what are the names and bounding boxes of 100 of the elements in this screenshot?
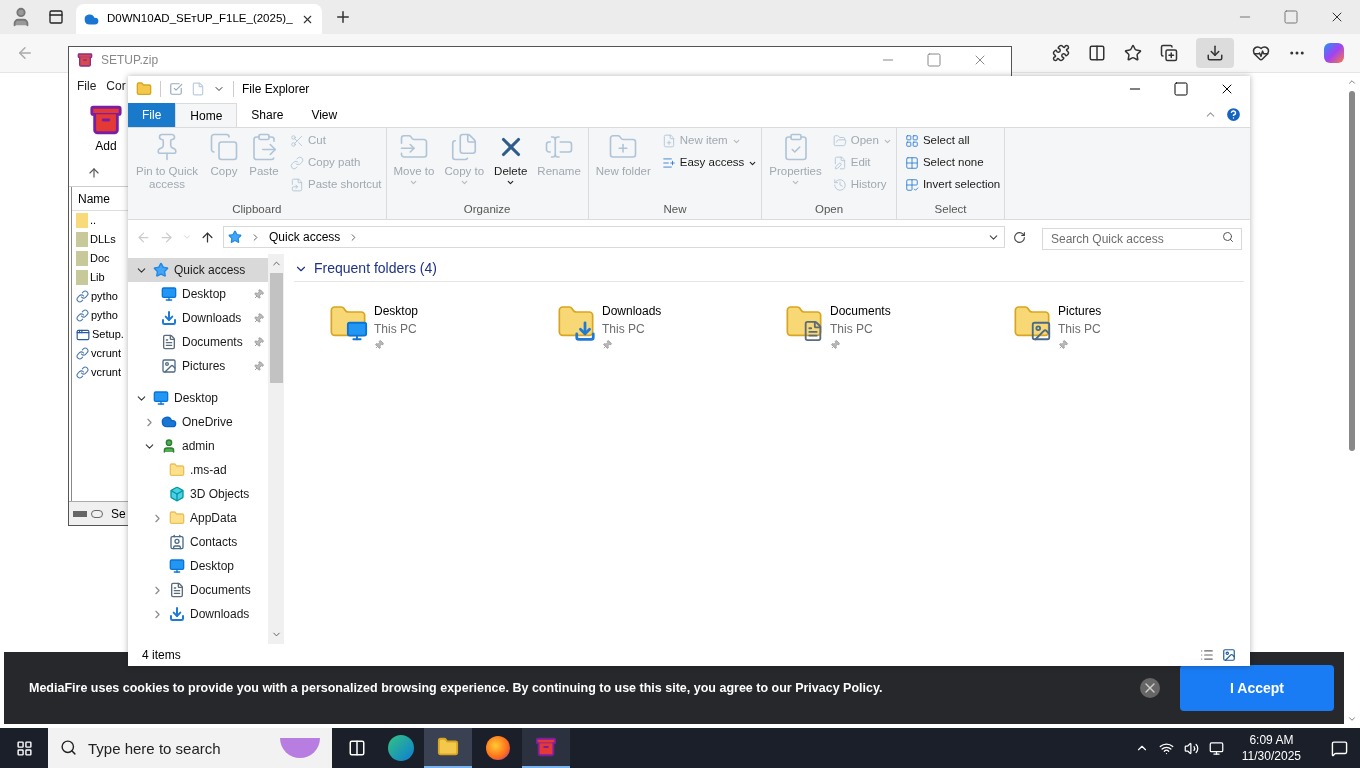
scrollbar-thumb[interactable] [269, 273, 283, 383]
user-icon [161, 438, 177, 454]
tree-item[interactable]: Desktop [128, 554, 268, 578]
favorites-icon[interactable] [1124, 44, 1142, 62]
browser-tab[interactable]: D0WN10AD_SEтUP_F1LE_(2025)_ [76, 4, 322, 34]
tree-item[interactable]: .ms-ad [128, 458, 268, 482]
scroll-up-icon[interactable] [1347, 77, 1357, 87]
file-row[interactable]: vcrunt [72, 344, 128, 363]
folder-tile[interactable]: Desktop This PC [328, 302, 556, 350]
network-icon[interactable] [1158, 740, 1174, 756]
file-name: vcrunt [91, 365, 121, 381]
scissors-icon [290, 134, 304, 148]
up-icon[interactable] [87, 165, 101, 180]
tree-item[interactable]: OneDrive [128, 410, 268, 434]
tree-label: admin [182, 438, 216, 455]
ribbon-button[interactable]: Select none [904, 154, 1001, 172]
tiles-view-icon[interactable] [1222, 648, 1236, 662]
grid-check-icon [904, 178, 919, 192]
checkbox-icon[interactable] [169, 82, 183, 96]
scrollbar-thumb[interactable] [1349, 91, 1355, 451]
tab-title: D0WN10AD_SEтUP_F1LE_(2025)_ [107, 11, 293, 27]
ribbon-tab[interactable]: Home [175, 103, 238, 127]
ribbon-button[interactable]: Delete [491, 132, 531, 201]
refresh-icon[interactable] [1013, 230, 1026, 244]
tree-item[interactable]: admin [128, 434, 268, 458]
folder-tile[interactable]: Downloads This PC [556, 302, 784, 350]
folder-location: This PC [374, 321, 418, 338]
ribbon-button[interactable]: Select all [904, 132, 1001, 150]
volume-icon[interactable] [1183, 740, 1199, 756]
tree-label: 3D Objects [190, 486, 251, 503]
clock-time[interactable]: 6:09 AM [1249, 732, 1294, 748]
extensions-icon[interactable] [1052, 44, 1070, 62]
tab-actions-icon[interactable] [48, 9, 64, 25]
new-file-icon [661, 134, 676, 148]
accept-button[interactable]: I Accept [1180, 665, 1334, 711]
file-row[interactable]: Doc [72, 249, 128, 268]
windows-logo-icon [15, 739, 33, 757]
toolbar-button[interactable]: Add [89, 103, 123, 159]
search-field[interactable]: Search Quick access [1042, 228, 1242, 250]
file-row[interactable]: pytho [72, 287, 128, 306]
file-row[interactable]: .. [72, 211, 128, 230]
folder-tile[interactable]: Pictures This PC [1012, 302, 1240, 350]
file-row[interactable]: DLLs [72, 230, 128, 249]
tree-item[interactable]: 3D Objects [128, 482, 268, 506]
folder-name: Pictures [1058, 303, 1102, 320]
file-explorer-taskbar-icon[interactable] [424, 728, 472, 768]
site-icon [84, 11, 99, 27]
collections-icon[interactable] [1160, 44, 1178, 62]
folder-tile[interactable]: Documents This PC [784, 302, 1012, 350]
file-name: DLLs [90, 232, 116, 248]
file-name: Doc [90, 251, 110, 267]
ribbon-tab[interactable]: Share [237, 103, 298, 127]
details-view-icon[interactable] [1200, 648, 1214, 662]
file-row[interactable]: Lib [72, 268, 128, 287]
scroll-down-icon[interactable] [1347, 714, 1357, 724]
ribbon-tab[interactable]: View [297, 103, 352, 127]
taskbar-search-field[interactable]: Type here to search [48, 728, 332, 768]
ribbon-button[interactable]: Invert selection [904, 176, 1001, 194]
close-icon[interactable] [1140, 678, 1160, 698]
menu-item[interactable]: File [77, 77, 97, 95]
tree-label: .ms-ad [190, 462, 228, 479]
notifications-icon[interactable] [1331, 739, 1348, 757]
file-row[interactable]: Setup. [72, 325, 128, 344]
cloud-icon [161, 414, 177, 430]
tree-item[interactable]: Documents [128, 578, 268, 602]
tree-item[interactable]: Documents [128, 330, 268, 354]
tree-item[interactable]: Quick access [128, 258, 268, 282]
folder-name: Desktop [374, 303, 419, 320]
breadcrumb[interactable]: Quick access [269, 228, 341, 246]
scrollbar[interactable] [268, 254, 284, 644]
split-screen-icon[interactable] [1088, 44, 1106, 62]
up-icon[interactable] [200, 229, 215, 245]
file-row[interactable]: pytho [72, 306, 128, 325]
menu-item[interactable]: Cor [106, 77, 126, 95]
address-bar[interactable]: Quick access [223, 226, 1005, 248]
download-icon [169, 606, 185, 622]
window-icon [76, 327, 90, 342]
display-icon[interactable] [1208, 740, 1224, 756]
downloads-button[interactable] [1196, 38, 1234, 68]
tree-item[interactable]: Desktop [128, 386, 268, 410]
tree-item[interactable]: Contacts [128, 530, 268, 554]
contact-card-icon [169, 534, 185, 550]
clock-date[interactable]: 11/30/2025 [1241, 748, 1301, 764]
tree-label: Contacts [190, 534, 239, 551]
ribbon-button[interactable]: Easy access [661, 154, 758, 172]
cube-icon [169, 486, 185, 502]
tree-item[interactable]: Downloads [128, 306, 268, 330]
health-icon[interactable] [1252, 44, 1270, 62]
tree-item[interactable]: Downloads [128, 602, 268, 626]
tree-item[interactable]: Desktop [128, 282, 268, 306]
tree-item[interactable]: Pictures [128, 354, 268, 378]
help-icon[interactable] [1225, 106, 1242, 123]
cookie-text: MediaFire uses cookies to provide you with a personalized browsing experience. By continuing to use this site, you agree to our Privacy Policy. [29, 679, 883, 697]
ribbon-tab[interactable]: File [128, 103, 176, 127]
tree-item[interactable]: AppData [128, 506, 268, 530]
archive-taskbar-icon[interactable] [522, 728, 570, 768]
folder-icon[interactable] [136, 81, 152, 97]
task-view-icon[interactable] [348, 739, 366, 757]
section-heading[interactable]: Frequent folders (4) [314, 258, 437, 279]
file-row[interactable]: vcrunt [72, 363, 128, 382]
